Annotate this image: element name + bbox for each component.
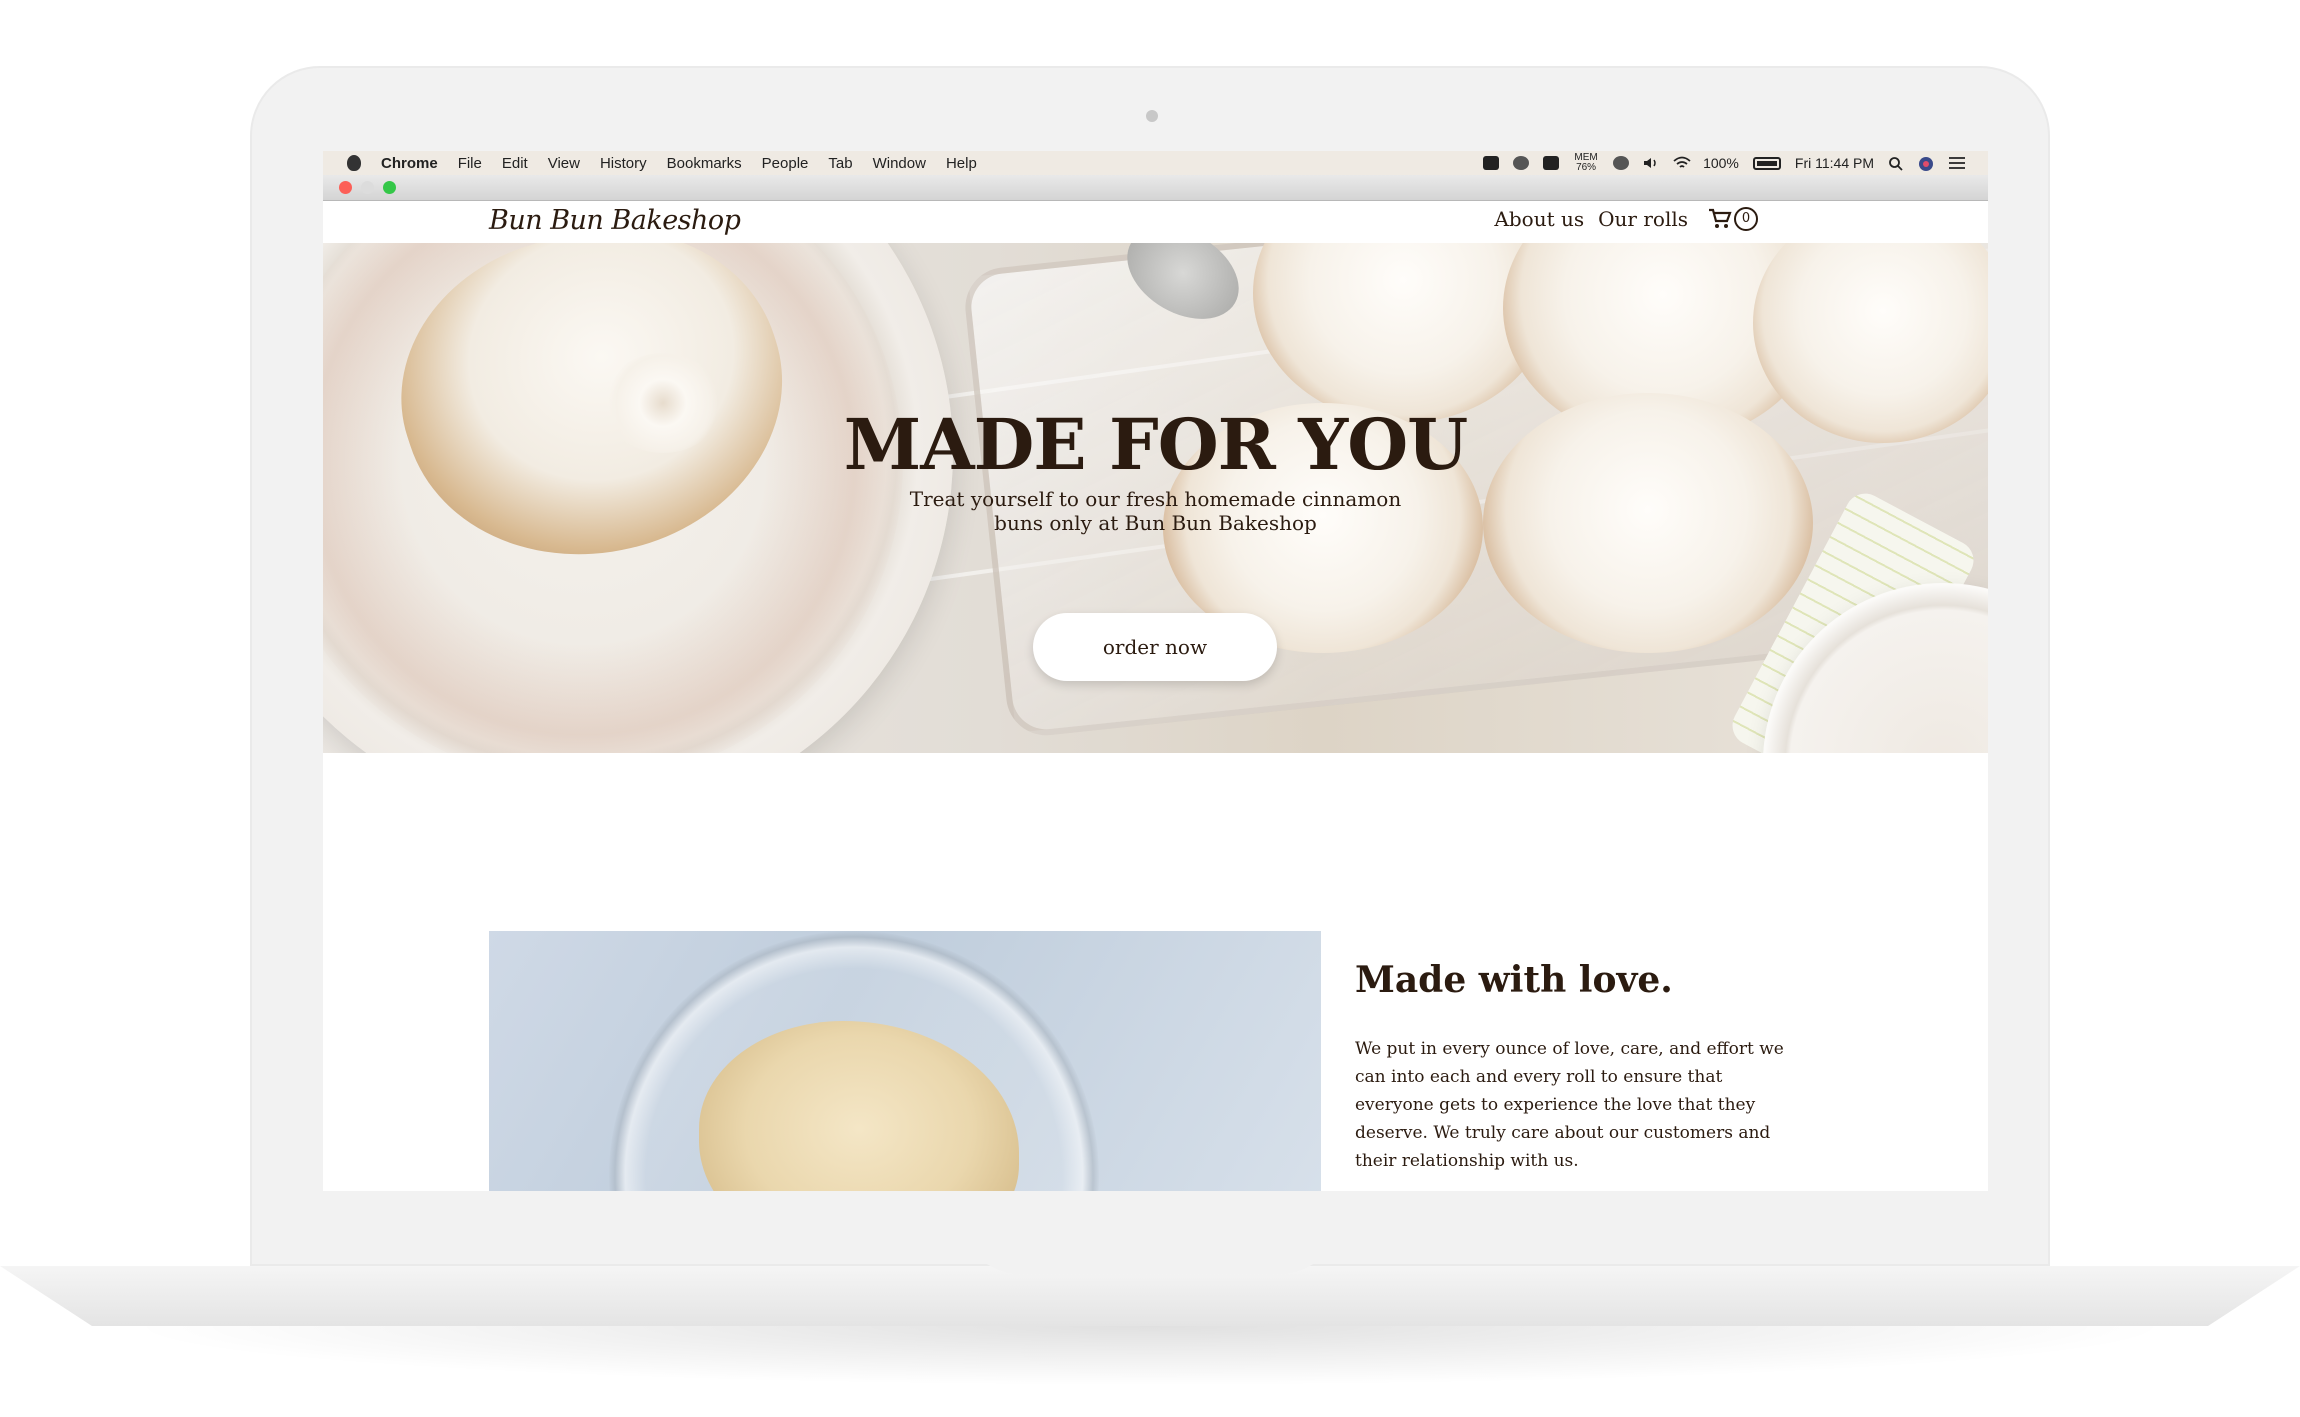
menu-window[interactable]: Window (873, 155, 926, 172)
memory-indicator[interactable]: MEM 76% (1573, 153, 1599, 173)
site-header: Bun Bun Bakeshop About us Our rolls 0 (323, 201, 1988, 243)
love-section-title: Made with love. (1355, 959, 1673, 1001)
screen-record-icon[interactable] (1483, 156, 1500, 170)
site-nav-links: About us Our rolls 0 (1494, 207, 1758, 231)
cart-button[interactable]: 0 (1708, 207, 1758, 231)
notification-center-icon[interactable] (1948, 156, 1965, 170)
mac-menubar: Chrome File Edit View History Bookmarks … (323, 151, 1988, 175)
nav-about-link[interactable]: About us (1494, 207, 1584, 231)
hero-title: MADE FOR YOU (843, 403, 1468, 486)
browser-titlebar (323, 175, 1988, 201)
window-zoom-button[interactable] (383, 181, 396, 194)
menu-help[interactable]: Help (946, 155, 977, 172)
menu-people[interactable]: People (762, 155, 809, 172)
menu-app-name[interactable]: Chrome (381, 155, 438, 172)
love-section-text: We put in every ounce of love, care, and… (1355, 1039, 1784, 1171)
security-icon[interactable] (1613, 156, 1630, 170)
menu-history[interactable]: History (600, 155, 647, 172)
window-close-button[interactable] (339, 181, 352, 194)
hero-subtitle-line: buns only at Bun Bun Bakeshop (994, 511, 1317, 535)
creative-cloud-icon[interactable] (1513, 156, 1530, 170)
siri-icon[interactable] (1918, 156, 1934, 171)
video-camera-icon[interactable] (1543, 156, 1560, 170)
menu-view[interactable]: View (548, 155, 580, 172)
hero-banner: MADE FOR YOU Treat yourself to our fresh… (323, 243, 1988, 753)
order-now-button[interactable]: order now (1033, 613, 1277, 681)
menu-bookmarks[interactable]: Bookmarks (667, 155, 742, 172)
menu-file[interactable]: File (458, 155, 482, 172)
laptop-base (0, 1266, 2300, 1326)
nav-rolls-link[interactable]: Our rolls (1598, 207, 1688, 231)
laptop-notch (960, 1190, 1340, 1274)
camera-dot (1146, 110, 1158, 122)
cart-count-badge: 0 (1734, 207, 1758, 231)
screen: Chrome File Edit View History Bookmarks … (323, 151, 1988, 1191)
wifi-icon[interactable] (1673, 156, 1691, 170)
menubar-clock[interactable]: Fri 11:44 PM (1795, 155, 1874, 171)
volume-icon[interactable] (1643, 156, 1659, 170)
apple-icon[interactable] (347, 155, 361, 171)
battery-percent: 100% (1703, 155, 1739, 171)
menu-tab[interactable]: Tab (828, 155, 852, 172)
dough-bowl-image (489, 931, 1321, 1191)
hero-subtitle: Treat yourself to our fresh homemade cin… (323, 487, 1988, 535)
memory-value: 76% (1576, 162, 1597, 173)
cart-icon (1708, 208, 1732, 230)
site-logo[interactable]: Bun Bun Bakeshop (489, 205, 741, 236)
hero-subtitle-line: Treat yourself to our fresh homemade cin… (909, 487, 1402, 511)
menu-edit[interactable]: Edit (502, 155, 528, 172)
spotlight-search-icon[interactable] (1888, 156, 1904, 171)
menubar-status-area: MEM 76% 100% Fri 11:44 PM (1483, 151, 1965, 175)
battery-icon[interactable] (1752, 156, 1781, 170)
laptop-shadow (120, 1326, 2180, 1386)
window-minimize-button[interactable] (361, 181, 374, 194)
